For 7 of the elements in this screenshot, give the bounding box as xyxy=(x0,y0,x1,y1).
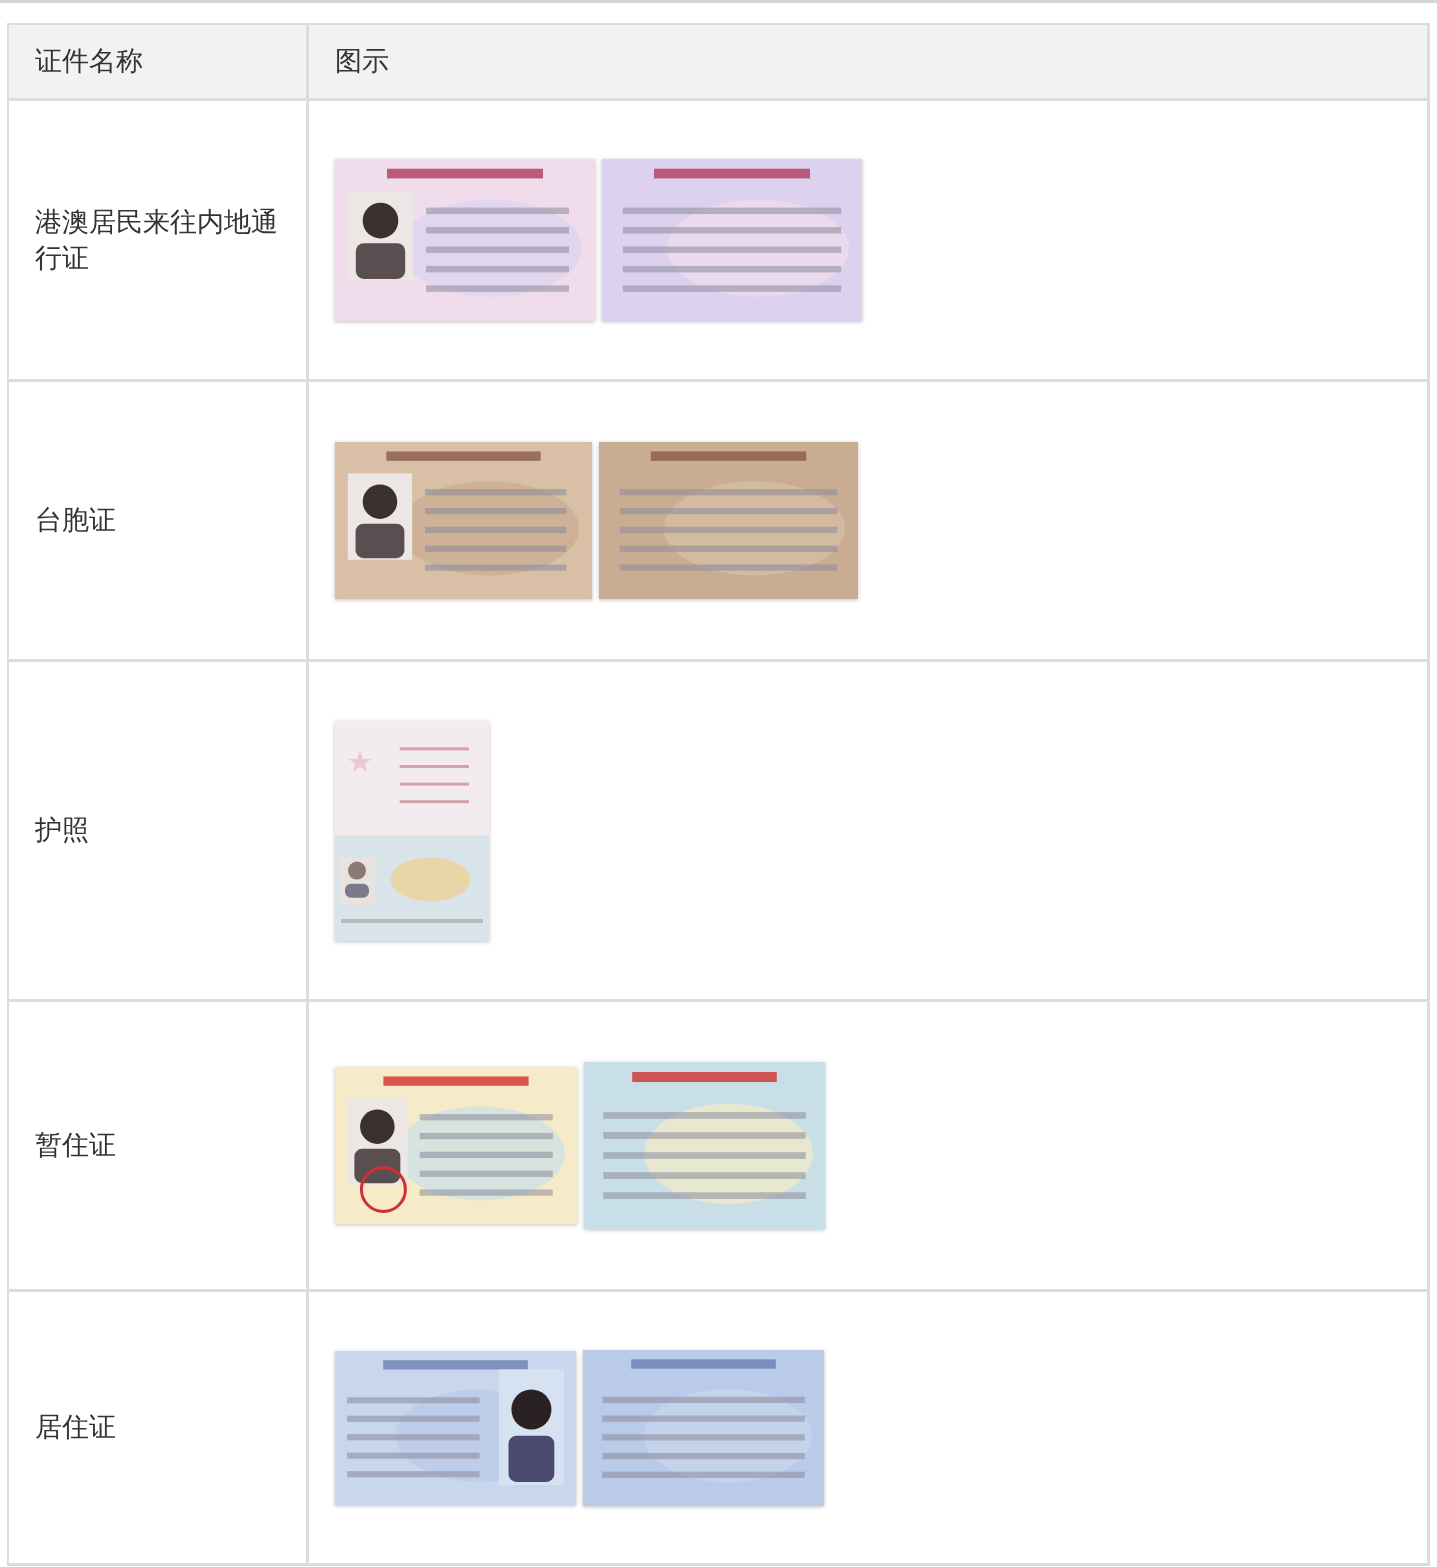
column-header: 图示 xyxy=(309,25,1430,101)
table-cell: 台胞证 xyxy=(9,382,309,662)
column-header: 证件名称 xyxy=(9,25,309,101)
table-cell: 居住证 xyxy=(9,1292,309,1566)
table-cell: 暂住证 xyxy=(9,1002,309,1292)
table-cell: 护照 xyxy=(9,662,309,1002)
table-cell: 港澳居民来往内地通行证 xyxy=(9,101,309,382)
